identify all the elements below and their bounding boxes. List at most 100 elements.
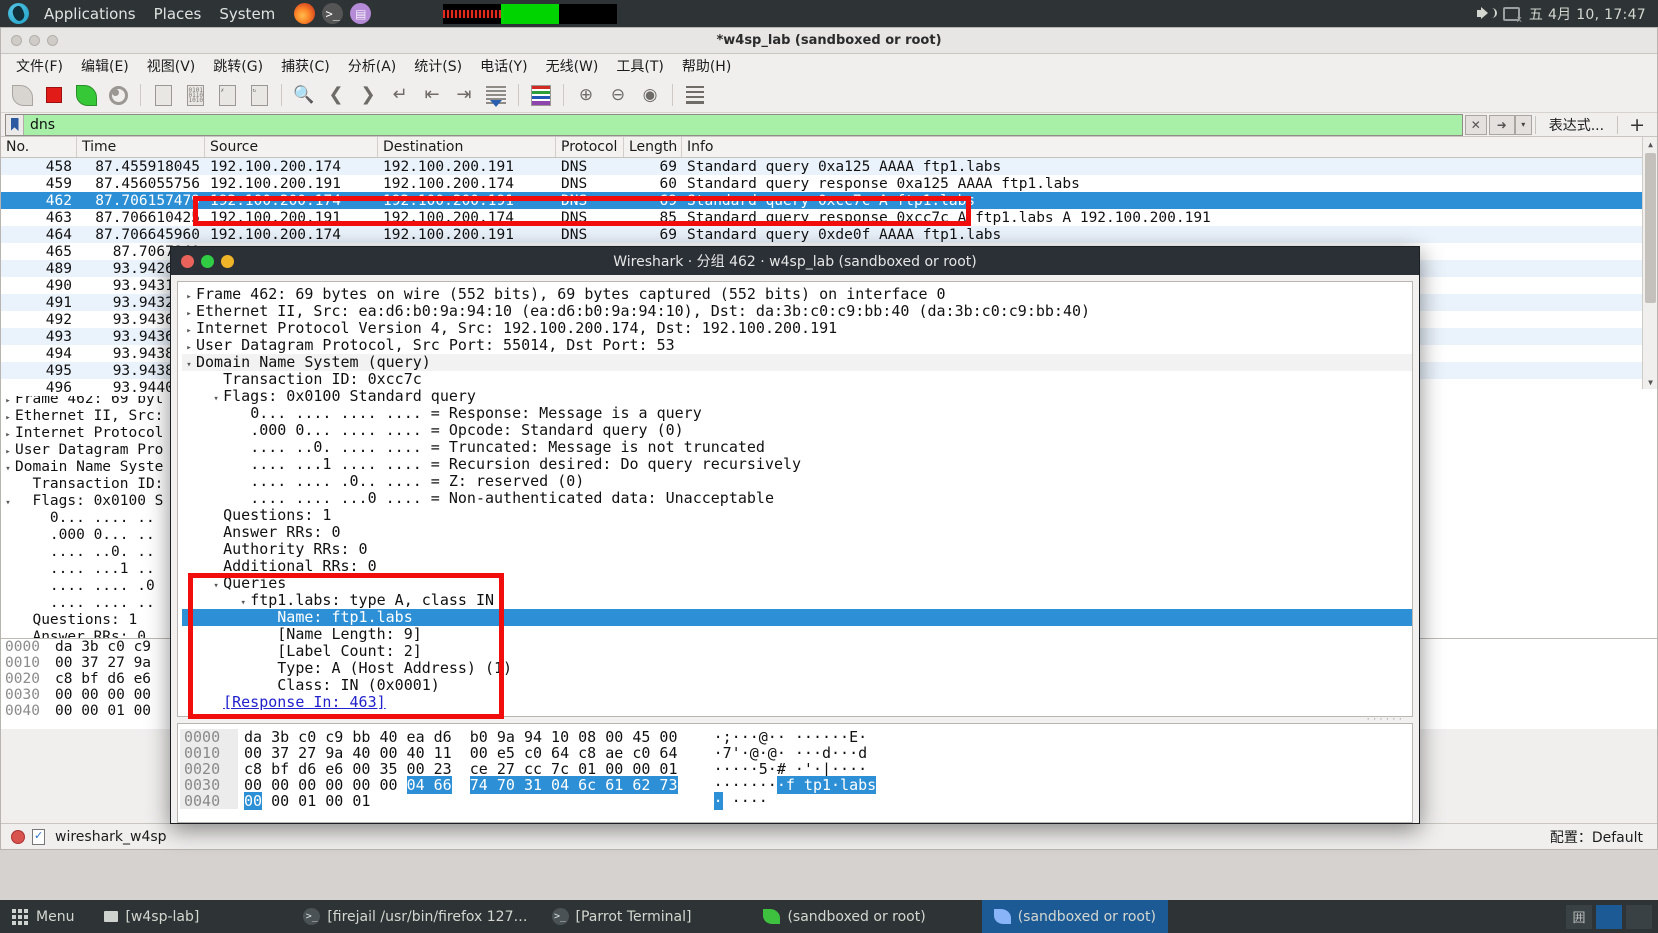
capture-options-icon[interactable] — [103, 81, 133, 110]
tree-item[interactable]: 0... .... .... .... = Response: Message … — [182, 405, 1412, 422]
go-back-icon[interactable]: ❮ — [321, 81, 351, 110]
taskbar-item-w4sp-lab[interactable]: [w4sp-lab] — [92, 900, 211, 933]
document-icon[interactable]: ▤ — [350, 3, 372, 24]
menu-item-edit[interactable]: 编辑(E) — [72, 54, 138, 78]
column-header-info[interactable]: Info — [682, 137, 1657, 157]
menu-grid-icon[interactable] — [12, 908, 28, 925]
tree-item[interactable]: ▾ Queries — [182, 575, 1412, 592]
go-first-packet-icon[interactable]: ⇤ — [417, 81, 447, 110]
filter-expression-button[interactable]: 表达式... — [1539, 115, 1614, 135]
tree-item[interactable]: ▸ Ethernet II, Src: ea:d6:b0:9a:94:10 (ea… — [182, 303, 1412, 320]
zoom-in-icon[interactable]: ⊕ — [571, 81, 601, 110]
pane-resize-grip[interactable]: ······ — [1365, 715, 1404, 725]
menu-item-telephony[interactable]: 电话(Y) — [471, 54, 536, 78]
menu-item-help[interactable]: 帮助(H) — [673, 54, 740, 78]
column-header-source[interactable]: Source — [205, 137, 378, 157]
scroll-down-arrow-icon[interactable]: ▼ — [1643, 375, 1658, 389]
table-row[interactable]: 458 87.455918045 192.100.200.174 192.100.20… — [1, 158, 1657, 175]
tree-item[interactable]: Class: IN (0x0001) — [182, 677, 1412, 694]
dialog-protocol-tree[interactable]: ▸ Frame 462: 69 bytes on wire (552 bits),… — [177, 281, 1413, 717]
zoom-out-icon[interactable]: ⊖ — [603, 81, 633, 110]
input-method-icon[interactable]: 囲 — [1566, 904, 1592, 929]
stop-capture-icon[interactable] — [39, 81, 69, 110]
menu-item-tools[interactable]: 工具(T) — [607, 54, 672, 78]
menu-item-view[interactable]: 视图(V) — [138, 54, 205, 78]
hex-row[interactable]: 0020 c8 bf d6 e6 00 35 00 23 ce 27 cc 7c … — [178, 761, 1412, 777]
resize-columns-icon[interactable] — [680, 81, 710, 110]
terminal-icon[interactable]: >_ — [322, 3, 344, 24]
start-capture-icon[interactable] — [7, 81, 37, 110]
auto-scroll-icon[interactable] — [481, 81, 511, 110]
table-row[interactable]: 462 87.706157479 192.100.200.174 192.100.20… — [1, 192, 1657, 209]
go-last-packet-icon[interactable]: ⇥ — [449, 81, 479, 110]
tree-item[interactable]: ▸ Internet Protocol Version 4, Src: 192.1… — [182, 320, 1412, 337]
menu-item-wireless[interactable]: 无线(W) — [537, 54, 608, 78]
filter-clear-button[interactable]: ✕ — [1464, 114, 1487, 135]
filter-bookmark-icon[interactable] — [6, 114, 24, 135]
volume-icon[interactable] — [1476, 6, 1497, 21]
tree-item[interactable]: ▾ Flags: 0x0100 Standard query — [182, 388, 1412, 405]
workspace-2-button[interactable] — [1626, 904, 1652, 929]
menu-system[interactable]: System — [210, 5, 284, 23]
statusbar-profile[interactable]: 配置：Default — [1550, 827, 1657, 847]
taskbar-item-parrot-terminal[interactable]: >_ [Parrot Terminal] — [540, 900, 704, 933]
menu-places[interactable]: Places — [145, 5, 211, 23]
scroll-up-arrow-icon[interactable]: ▲ — [1643, 137, 1658, 151]
restart-capture-icon[interactable] — [71, 81, 101, 110]
hex-row[interactable]: 0030 00 00 00 00 00 00 04 66 74 70 31 04 … — [178, 776, 1412, 794]
menu-item-statistics[interactable]: 统计(S) — [405, 54, 471, 78]
filter-apply-button[interactable]: ➜ — [1488, 114, 1515, 135]
dialog-hex-dump[interactable]: ······ 0000 da 3b c0 c9 bb 40 ea d6 b0 9a… — [177, 715, 1413, 823]
display-filter-box[interactable]: dns — [5, 113, 1463, 136]
packet-list-scroll-thumb[interactable] — [1645, 153, 1656, 303]
tree-item[interactable]: Answer RRs: 0 — [182, 524, 1412, 541]
firefox-icon[interactable] — [294, 3, 316, 24]
tree-item[interactable]: [Label Count: 2] — [182, 643, 1412, 660]
menu-item-go[interactable]: 跳转(G) — [204, 54, 272, 78]
tree-item[interactable]: [Response In: 463] — [182, 694, 1412, 711]
filter-add-button[interactable]: + — [1621, 114, 1653, 136]
taskbar-item-wireshark-2[interactable]: (sandboxed or root) — [981, 900, 1168, 933]
go-forward-icon[interactable]: ❯ — [353, 81, 383, 110]
tree-item[interactable]: .... ...1 .... .... = Recursion desired:… — [182, 456, 1412, 473]
table-row[interactable]: 459 87.456055756 192.100.200.191 192.100.20… — [1, 175, 1657, 192]
tree-item[interactable]: .... .... .0.. .... = Z: reserved (0) — [182, 473, 1412, 490]
menu-item-analyze[interactable]: 分析(A) — [339, 54, 406, 78]
packet-list-scrollbar[interactable]: ▲ ▼ — [1642, 137, 1657, 389]
menu-item-file[interactable]: 文件(F) — [7, 54, 72, 78]
taskbar-menu-label[interactable]: Menu — [36, 909, 74, 925]
workspace-1-button[interactable] — [1596, 904, 1622, 929]
tree-item[interactable]: .... .... ...0 .... = Non-authenticated … — [182, 490, 1412, 507]
column-header-no[interactable]: No. — [1, 137, 77, 157]
tree-item[interactable]: Transaction ID: 0xcc7c — [182, 371, 1412, 388]
close-file-icon[interactable]: ✗ — [212, 81, 242, 110]
open-file-icon[interactable] — [148, 81, 178, 110]
find-packet-icon[interactable]: 🔍 — [289, 81, 319, 110]
distro-logo-icon[interactable] — [8, 3, 29, 24]
taskbar-item-firefox[interactable]: >_ [firejail /usr/bin/firefox 127… — [291, 900, 539, 933]
colorize-packets-icon[interactable] — [526, 81, 556, 110]
display-filter-input[interactable]: dns — [24, 117, 1462, 133]
capture-status-icon[interactable] — [11, 829, 25, 844]
tree-item[interactable]: Additional RRs: 0 — [182, 558, 1412, 575]
display-icon[interactable] — [1502, 6, 1522, 25]
tree-item[interactable]: .... ..0. .... .... = Truncated: Message… — [182, 439, 1412, 456]
column-header-time[interactable]: Time — [77, 137, 205, 157]
menu-item-capture[interactable]: 捕获(C) — [272, 54, 339, 78]
zoom-reset-icon[interactable]: ◉ — [635, 81, 665, 110]
table-row[interactable]: 464 87.706645960 192.100.200.174 192.100.20… — [1, 226, 1657, 243]
clock[interactable]: 五 4月 10, 17:47 — [1529, 4, 1646, 24]
menu-applications[interactable]: Applications — [35, 5, 145, 23]
save-file-icon[interactable]: 0101 0110 1010 — [180, 81, 210, 110]
tree-item[interactable]: [Name Length: 9] — [182, 626, 1412, 643]
tree-item-label[interactable]: [Response In: 463] — [223, 693, 386, 711]
tree-item[interactable]: .000 0... .... .... = Opcode: Standard q… — [182, 422, 1412, 439]
tree-item[interactable]: Type: A (Host Address) (1) — [182, 660, 1412, 677]
hex-row[interactable]: 0040 00 00 01 00 01 · ···· — [178, 792, 1412, 810]
column-header-length[interactable]: Length — [624, 137, 682, 157]
table-row[interactable]: 463 87.706610425 192.100.200.191 192.100.20… — [1, 209, 1657, 226]
reload-file-icon[interactable]: ↻ — [244, 81, 274, 110]
filter-dropdown-button[interactable]: ▾ — [1514, 114, 1532, 135]
tree-item[interactable]: ▸ Frame 462: 69 bytes on wire (552 bits),… — [182, 286, 1412, 303]
tree-item[interactable]: ▸ User Datagram Protocol, Src Port: 55014… — [182, 337, 1412, 354]
